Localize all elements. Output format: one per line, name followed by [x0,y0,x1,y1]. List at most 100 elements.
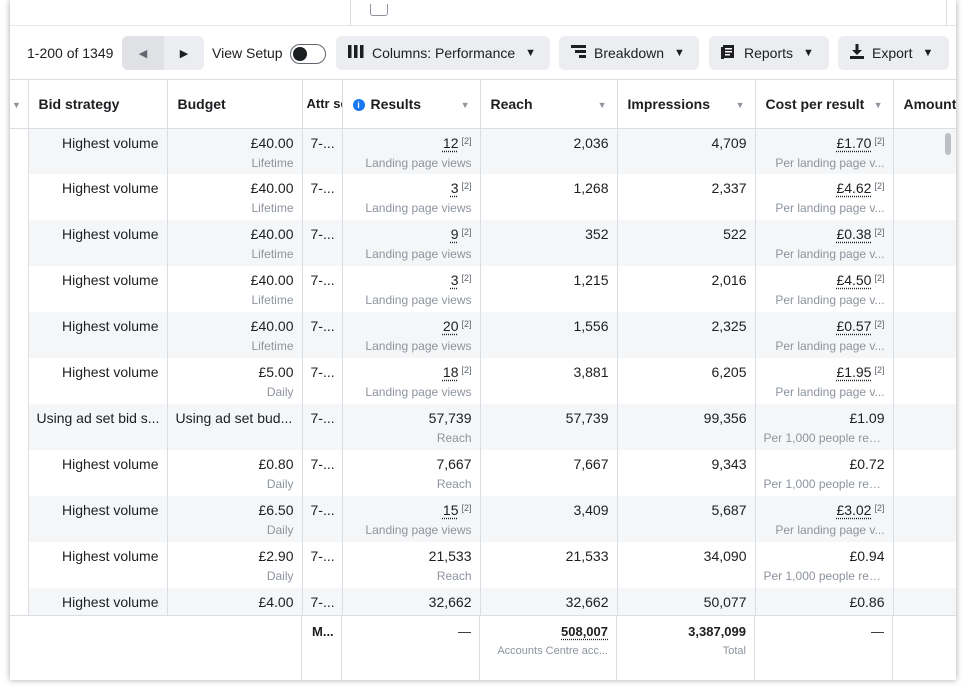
budget-cell: £40.00 Lifetime [167,266,303,312]
results-cell: 9 [2] Landing page views [342,220,481,266]
attribution-value: 7-... [310,410,335,426]
results-cell: 57,739 Reach [342,404,481,450]
header-label: Attr sett [306,96,342,112]
column-header-cost-per-result[interactable]: Cost per result ▼ [755,80,894,129]
attribution-value: 7-... [310,548,335,564]
sort-icon[interactable]: ▼ [461,100,470,110]
table-row[interactable]: Highest volume £5.00 Daily 7-... 18 [2] Landin… [10,358,956,404]
table-row[interactable]: Highest volume £40.00 Lifetime 7-... 20 [2] La… [10,312,956,358]
next-page-button[interactable]: ▶ [164,36,204,70]
column-header-bid-strategy[interactable]: Bid strategy [28,80,168,129]
budget-cell: Using ad set bud... [167,404,303,450]
caret-down-icon: ▼ [922,47,934,59]
attribution-cell: 7-... [302,404,343,450]
totals-reach-value[interactable]: 508,007 [561,624,608,639]
results-value[interactable]: 9 [451,226,459,242]
reach-value: 1,215 [573,272,609,288]
budget-value: £0.80 [258,456,294,472]
column-header-amount[interactable]: Amount [893,80,956,129]
table-row[interactable]: Highest volume £40.00 Lifetime 7-... 9 [2] Lan… [10,220,956,266]
checkbox[interactable] [370,4,388,16]
column-header-attribution-setting[interactable]: Attr sett [302,80,343,129]
budget-type: Lifetime [251,293,294,307]
export-dropdown[interactable]: Export ▼ [838,36,949,70]
header-label: Cost per result [765,95,865,112]
bid-strategy-value: Highest volume [62,272,159,288]
table-row[interactable]: Highest volume £0.80 Daily 7-... 7,667 Reach 7… [10,450,956,496]
footnote-marker: [2] [461,503,472,513]
amount-cell [893,266,956,312]
footnote-marker: [2] [461,319,472,329]
results-value[interactable]: 18 [443,364,459,380]
table-row[interactable]: Highest volume £40.00 Lifetime 7-... 12 [2] La… [10,128,956,174]
previous-page-button[interactable]: ◀ [122,36,164,70]
cost-per-result-cell: £4.62 [2] Per landing page v... [755,174,894,220]
bid-strategy-cell: Highest volume [28,128,168,174]
amount-cell [893,220,956,266]
bid-strategy-value: Highest volume [62,594,159,610]
cost-per-result-value[interactable]: £1.95 [836,364,871,380]
attribution-value: 7-... [310,134,335,151]
budget-cell: £40.00 Lifetime [167,312,303,358]
cost-per-result-value[interactable]: £3.02 [836,502,871,518]
caret-down-icon: ▼ [803,47,814,59]
view-setup-toggle[interactable] [290,44,326,64]
sort-icon[interactable]: ▼ [598,100,607,110]
budget-type: Lifetime [251,339,294,353]
attribution-cell: 7-... [302,496,343,542]
cost-per-result-value[interactable]: £0.57 [836,318,871,334]
table-row[interactable]: Using ad set bid s... Using ad set bud...… [10,404,956,450]
info-icon[interactable]: i [352,98,365,111]
columns-icon [348,45,364,61]
results-value[interactable]: 3 [451,272,459,288]
triangle-right-icon: ▶ [179,47,189,60]
breakdown-dropdown[interactable]: Breakdown ▼ [559,36,699,70]
totals-impressions: 3,387,099 Total [617,616,755,680]
attribution-cell: 7-... [302,312,343,358]
budget-cell: £40.00 Lifetime [167,220,303,266]
sort-icon[interactable]: ▼ [874,100,883,110]
totals-row: M... — 508,007 Accounts Centre acc... 3,… [10,615,956,680]
column-header-impressions[interactable]: Impressions ▼ [617,80,756,129]
cost-per-result-value[interactable]: £1.70 [836,135,871,151]
cost-per-result-cell: £3.02 [2] Per landing page v... [755,496,894,542]
columns-dropdown[interactable]: Columns: Performance ▼ [336,36,550,70]
previous-panel-edge [10,0,956,26]
impressions-value: 99,356 [703,410,747,426]
impressions-cell: 9,343 [617,450,756,496]
sort-icon: ▼ [12,100,21,110]
impressions-value: 50,077 [703,594,747,610]
cost-per-result-value[interactable]: £4.62 [836,180,871,196]
column-header-reach[interactable]: Reach ▼ [480,80,618,129]
results-value[interactable]: 3 [451,180,459,196]
cost-per-result-cell: £1.70 [2] Per landing page v... [755,128,894,174]
results-value[interactable]: 12 [443,135,459,151]
table-row[interactable]: Highest volume £6.50 Daily 7-... 15 [2] Landin… [10,496,956,542]
column-header-budget[interactable]: Budget [167,80,303,129]
results-cell: 21,533 Reach [342,542,481,588]
results-value: 57,739 [428,410,472,426]
results-type: Landing page views [365,523,472,537]
cost-per-result-cell: £0.38 [2] Per landing page v... [755,220,894,266]
cost-per-result-value[interactable]: £4.50 [836,272,871,288]
reach-cell: 7,667 [480,450,618,496]
budget-type: Daily [266,477,294,491]
reports-dropdown[interactable]: Reports ▼ [709,36,829,70]
budget-cell: £0.80 Daily [167,450,303,496]
impressions-value: 2,016 [711,272,747,288]
reach-cell: 57,739 [480,404,618,450]
table-row[interactable]: Highest volume £40.00 Lifetime 7-... 3 [2] Lan… [10,266,956,312]
results-value[interactable]: 15 [443,502,459,518]
table-row[interactable]: Highest volume £40.00 Lifetime 7-... 3 [2] Lan… [10,174,956,220]
column-header-edge[interactable]: ▼ [10,80,29,129]
results-value[interactable]: 20 [443,318,459,334]
row-edge [10,128,29,174]
cost-per-result-value[interactable]: £0.38 [836,226,871,242]
reach-value: 2,036 [573,134,609,151]
sort-icon[interactable]: ▼ [736,100,745,110]
column-header-results[interactable]: i Results ▼ [342,80,481,129]
table-row[interactable]: Highest volume £2.90 Daily 7-... 21,533 Reach… [10,542,956,588]
bid-strategy-value: Highest volume [62,502,159,518]
footnote-marker: [2] [874,319,885,329]
vertical-scrollbar[interactable] [945,133,951,155]
